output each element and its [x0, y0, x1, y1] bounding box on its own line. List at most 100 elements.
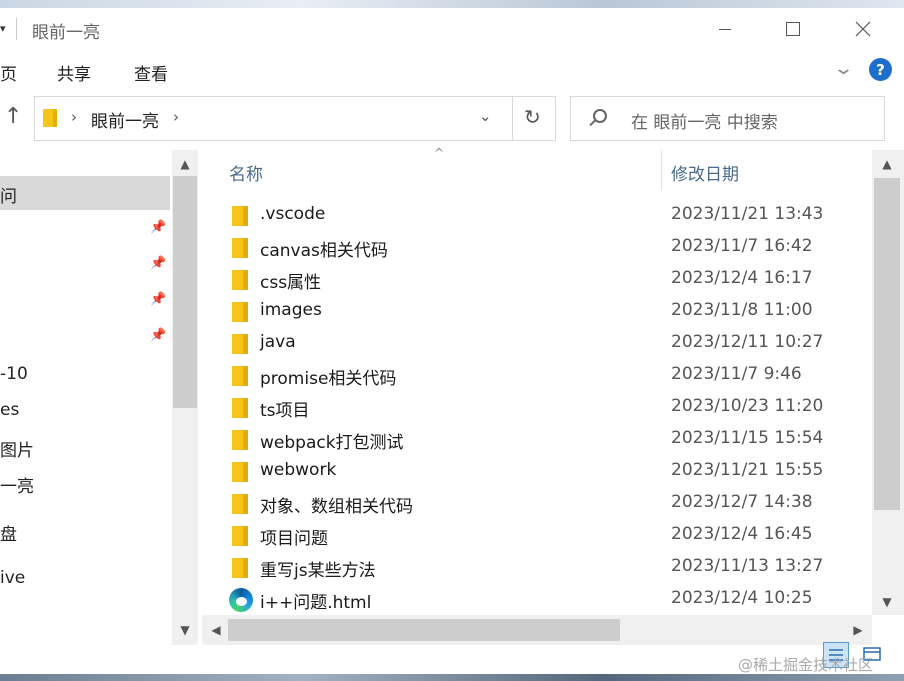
file-name: 项目问题 [260, 529, 328, 549]
sidebar-item[interactable]: 一亮 [0, 466, 170, 500]
scroll-right-icon[interactable]: ▶ [846, 618, 870, 642]
scrollbar-thumb[interactable] [173, 176, 197, 408]
folder-icon [232, 558, 248, 578]
watermark: @稀土掘金技术社区 [738, 656, 874, 674]
scrollbar-thumb[interactable] [874, 178, 900, 510]
folder-icon [232, 462, 248, 482]
file-modified-date: 2023/11/7 9:46 [671, 364, 802, 384]
title-bar: ▾ 眼前一亮 [0, 8, 904, 50]
file-name: css属性 [260, 273, 322, 293]
table-row[interactable]: 重写js某些方法 2023/11/13 13:27 [202, 552, 870, 584]
ribbon-tab-share[interactable]: 共享 [57, 60, 91, 85]
scroll-down-icon[interactable]: ▼ [173, 618, 197, 642]
file-name: images [260, 300, 322, 320]
help-icon[interactable]: ? [869, 58, 892, 81]
file-list-vertical-scrollbar[interactable]: ▲ ▼ [872, 150, 904, 615]
desktop-background-bottom [0, 674, 904, 681]
table-row[interactable]: .vscode 2023/11/21 13:43 [202, 200, 870, 232]
table-row[interactable]: 对象、数组相关代码 2023/12/7 14:38 [202, 488, 870, 520]
up-arrow-icon[interactable]: ↑ [4, 104, 22, 129]
minimize-button[interactable] [702, 14, 748, 44]
table-row[interactable]: webpack打包测试 2023/11/15 15:54 [202, 424, 870, 456]
column-header-modified[interactable]: 修改日期 [671, 160, 739, 185]
file-modified-date: 2023/12/4 10:25 [671, 588, 813, 608]
chevron-right-icon[interactable]: › [71, 108, 77, 126]
file-name: canvas相关代码 [260, 241, 388, 261]
navigation-scrollbar[interactable]: ▲ ▼ [172, 150, 198, 645]
file-list-horizontal-scrollbar[interactable]: ◀ ▶ [202, 615, 872, 645]
close-button[interactable] [840, 14, 886, 44]
table-row[interactable]: canvas相关代码 2023/11/7 16:42 [202, 232, 870, 264]
file-modified-date: 2023/12/7 14:38 [671, 492, 813, 512]
column-header-name[interactable]: 名称 [229, 160, 263, 185]
folder-icon [232, 430, 248, 450]
quick-access-dropdown-icon[interactable]: ▾ [0, 22, 6, 35]
scrollbar-thumb[interactable] [228, 619, 620, 641]
file-name: i++问题.html [260, 593, 372, 613]
sidebar-item[interactable]: es [0, 394, 170, 428]
sidebar-item-label: 盘 [0, 525, 17, 545]
table-row[interactable]: webwork 2023/11/21 15:55 [202, 456, 870, 488]
folder-icon [232, 334, 248, 354]
file-modified-date: 2023/12/11 10:27 [671, 332, 824, 352]
sidebar-item[interactable]: 问 [0, 176, 170, 210]
ribbon-tab-view[interactable]: 查看 [134, 60, 168, 85]
file-modified-date: 2023/10/23 11:20 [671, 396, 824, 416]
pin-icon[interactable]: 📌 [150, 328, 166, 343]
folder-icon [232, 398, 248, 418]
folder-icon [232, 302, 248, 322]
file-modified-date: 2023/11/21 15:55 [671, 460, 824, 480]
navigation-pane: 问 📌 📌 📌 📌 -10 es 图片 一亮 盘 ive ▲ ▼ [0, 150, 198, 645]
maximize-button[interactable] [770, 14, 816, 44]
ribbon: 页 共享 查看 ⌄ [0, 50, 904, 92]
pin-icon[interactable]: 📌 [150, 220, 166, 235]
sidebar-item-label: ive [0, 568, 26, 588]
table-row[interactable]: ts项目 2023/10/23 11:20 [202, 392, 870, 424]
expand-ribbon-chevron-icon[interactable]: ⌄ [833, 58, 854, 79]
folder-icon [43, 109, 57, 127]
maximize-icon [786, 22, 800, 36]
folder-icon [232, 270, 248, 290]
address-bar[interactable]: › 眼前一亮 › ⌄ ↻ [34, 96, 556, 141]
sidebar-item-label: 问 [0, 187, 17, 207]
sidebar-item-label: 图片 [0, 441, 34, 461]
search-input[interactable]: 在 眼前一亮 中搜索 [631, 108, 778, 133]
edge-icon [229, 588, 253, 612]
sidebar-item[interactable]: 盘 [0, 514, 170, 548]
file-modified-date: 2023/11/15 15:54 [671, 428, 824, 448]
sidebar-item[interactable]: -10 [0, 358, 170, 392]
folder-icon [232, 206, 248, 226]
scroll-down-icon[interactable]: ▼ [875, 590, 899, 614]
search-box[interactable]: 在 眼前一亮 中搜索 [570, 96, 885, 141]
file-name: webwork [260, 460, 337, 480]
scroll-up-icon[interactable]: ▲ [875, 152, 899, 176]
table-row[interactable]: java 2023/12/11 10:27 [202, 328, 870, 360]
table-row[interactable]: css属性 2023/12/4 16:17 [202, 264, 870, 296]
title-separator [16, 18, 17, 40]
chevron-right-icon[interactable]: › [173, 108, 179, 126]
table-row[interactable]: i++问题.html 2023/12/4 10:25 [202, 584, 870, 616]
pin-icon[interactable]: 📌 [150, 256, 166, 271]
address-history-chevron-down-icon[interactable]: ⌄ [479, 107, 492, 125]
sidebar-item[interactable]: ive [0, 562, 170, 596]
desktop-background-top [0, 0, 904, 8]
breadcrumb[interactable]: 眼前一亮 [91, 107, 159, 132]
scroll-left-icon[interactable]: ◀ [204, 618, 228, 642]
file-list: ^ 名称 修改日期 .vscode 2023/11/21 13:43 canvas相… [202, 146, 904, 645]
column-divider[interactable] [661, 150, 662, 190]
scroll-up-icon[interactable]: ▲ [173, 152, 197, 176]
table-row[interactable]: promise相关代码 2023/11/7 9:46 [202, 360, 870, 392]
table-row[interactable]: 项目问题 2023/12/4 16:45 [202, 520, 870, 552]
sidebar-item[interactable]: 图片 [0, 430, 170, 464]
file-modified-date: 2023/12/4 16:45 [671, 524, 813, 544]
minimize-icon [719, 28, 731, 30]
close-icon [855, 21, 871, 37]
folder-icon [232, 366, 248, 386]
file-name: 对象、数组相关代码 [260, 497, 413, 517]
table-row[interactable]: images 2023/11/8 11:00 [202, 296, 870, 328]
ribbon-tab-home[interactable]: 页 [0, 60, 17, 85]
sidebar-item-label: es [0, 400, 20, 420]
refresh-icon[interactable]: ↻ [524, 105, 541, 129]
pin-icon[interactable]: 📌 [150, 292, 166, 307]
explorer-window: ▾ 眼前一亮 页 共享 查看 ⌄ ? ↑ › 眼前一亮 › ⌄ ↻ 在 眼前一亮… [0, 0, 904, 681]
